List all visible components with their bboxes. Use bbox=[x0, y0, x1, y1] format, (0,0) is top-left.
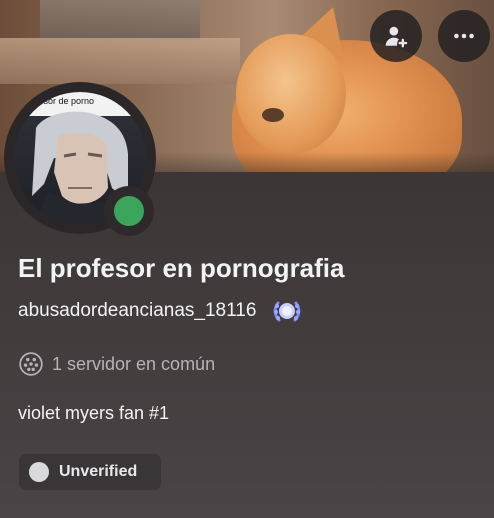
more-horizontal-icon bbox=[454, 33, 474, 39]
mutual-servers-link[interactable]: 1 servidor en común bbox=[18, 350, 215, 378]
banner-cat-head bbox=[236, 34, 346, 154]
verification-status-pill[interactable]: Unverified bbox=[18, 453, 162, 491]
nitro-laurel-badge-icon[interactable] bbox=[270, 294, 304, 328]
banner-background-box bbox=[40, 0, 200, 40]
display-name: El profesor en pornografia bbox=[18, 253, 345, 283]
mutual-servers-text: 1 servidor en común bbox=[52, 353, 216, 374]
banner-background-shelf bbox=[0, 38, 240, 84]
user-profile-card: fesor de porno El profesor en pornografi… bbox=[0, 0, 494, 518]
verification-status-label: Unverified bbox=[59, 463, 138, 480]
add-friend-button[interactable] bbox=[370, 10, 422, 62]
bio-text: violet myers fan #1 bbox=[18, 403, 170, 423]
online-status-indicator bbox=[114, 196, 144, 226]
unverified-dot-icon bbox=[29, 462, 49, 482]
username-row: abusadordeancianas_18116 bbox=[18, 296, 304, 326]
username[interactable]: abusadordeancianas_18116 bbox=[18, 300, 256, 322]
person-plus-icon bbox=[385, 26, 408, 48]
server-icon bbox=[19, 352, 43, 376]
more-options-button[interactable] bbox=[438, 10, 490, 62]
banner-cat-eye bbox=[262, 108, 284, 122]
